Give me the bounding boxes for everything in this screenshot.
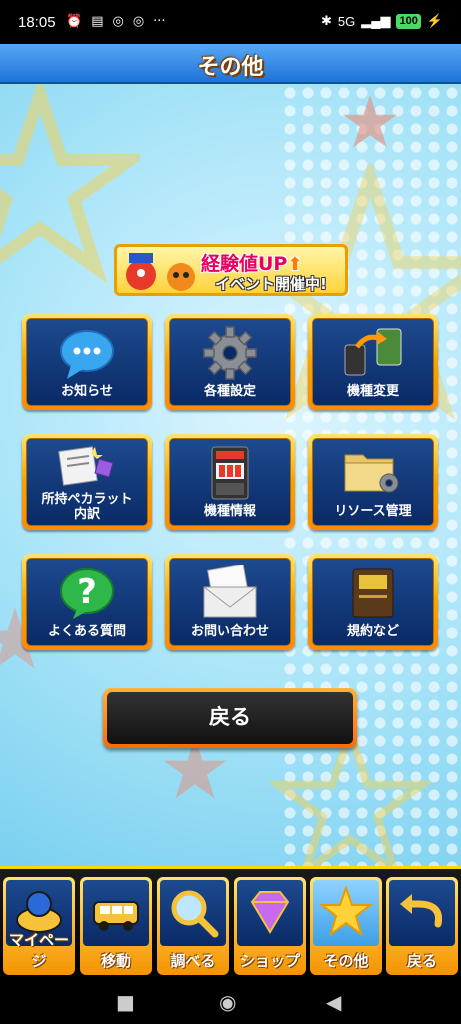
device-transfer-icon	[344, 328, 402, 376]
more-icon: ···	[153, 14, 166, 29]
banner-title: 経験値UP⬆	[201, 249, 302, 276]
magnifier-icon	[171, 890, 219, 938]
signal-icon: ▂▄▆	[361, 13, 391, 28]
banner-line1: 経験値UP	[201, 253, 288, 275]
bottom-tab-bar: マイページ 移動 調べる ショップ その他 戻る	[0, 866, 461, 978]
speech-bubble-icon	[60, 330, 114, 379]
faq-button[interactable]: ? よくある質問	[22, 554, 152, 650]
gear-icon	[203, 326, 257, 380]
diamond-icon	[250, 891, 290, 934]
resource-manage-button[interactable]: リソース管理	[308, 434, 438, 530]
title-bar: その他	[0, 44, 461, 84]
tab-move[interactable]: 移動	[80, 877, 152, 975]
device-change-label: 機種変更	[346, 384, 399, 399]
background-star	[343, 95, 397, 148]
page-title: その他	[197, 55, 264, 80]
tab-search-inner	[160, 880, 226, 946]
envelope-icon	[203, 565, 257, 618]
notice-button[interactable]: お知らせ	[22, 314, 152, 410]
back-nav-icon[interactable]: ◀	[326, 990, 341, 1014]
back-button-label: 戻る	[107, 692, 353, 744]
pecarat-breakdown-label: 所持ペカラット 内訳	[27, 492, 147, 522]
tab-mypage[interactable]: マイページ	[3, 877, 75, 975]
tab-other-inner	[313, 880, 379, 946]
device-change-button-inner: 機種変更	[312, 318, 434, 406]
pecarat-breakdown-line2: 内訳	[73, 507, 100, 522]
tab-shop-label: ショップ	[239, 952, 300, 970]
machine-info-label: 機種情報	[203, 504, 256, 519]
pecarat-breakdown-button[interactable]: 所持ペカラット 内訳	[22, 434, 152, 530]
settings-button[interactable]: 各種設定	[165, 314, 295, 410]
tab-back-inner	[389, 880, 455, 946]
resource-manage-button-inner: リソース管理	[312, 438, 434, 526]
tab-move-label: 移動	[100, 952, 131, 970]
settings-button-inner: 各種設定	[169, 318, 291, 406]
contact-button-inner: お問い合わせ	[169, 558, 291, 646]
main-content: 経験値UP⬆ イベント開催中! お知らせ 各種設定 機種変更 所持ペカラット 内…	[0, 84, 461, 866]
status-right-icons: ✱ 5G ▂▄▆ 100 ⚡	[321, 13, 443, 29]
news-icon: ▤	[91, 14, 104, 29]
charging-icon: ⚡	[426, 13, 443, 28]
chrome-icon: ◎	[112, 14, 124, 29]
svg-text:?: ?	[77, 572, 97, 612]
terms-button[interactable]: 規約など	[308, 554, 438, 650]
terms-label: 規約など	[346, 624, 399, 639]
tab-shop-inner	[237, 880, 303, 946]
status-time: 18:05	[18, 14, 56, 31]
banner-subtitle: イベント開催中!	[215, 275, 327, 293]
faq-label: よくある質問	[47, 624, 126, 639]
tab-search-label: 調べる	[170, 952, 216, 970]
recent-apps-icon[interactable]: ■	[116, 990, 135, 1014]
tab-mypage-label: マイページ	[8, 931, 69, 970]
terms-button-inner: 規約など	[312, 558, 434, 646]
system-nav-bar: ■ ◉ ◀	[0, 978, 461, 1024]
tab-move-inner	[83, 880, 149, 946]
folder-gear-icon	[344, 454, 399, 493]
battery-icon: 100	[396, 13, 421, 29]
machine-info-button[interactable]: 機種情報	[165, 434, 295, 530]
network-label: 5G	[337, 13, 356, 29]
slot-machine-icon	[211, 446, 249, 500]
resource-manage-label: リソース管理	[334, 504, 412, 519]
back-button[interactable]: 戻る	[103, 688, 357, 748]
faq-button-inner: ? よくある質問	[26, 558, 148, 646]
tab-back[interactable]: 戻る	[386, 877, 458, 975]
machine-info-button-inner: 機種情報	[169, 438, 291, 526]
mascot-icon	[126, 253, 195, 291]
alarm-icon: ⏰	[66, 14, 83, 29]
chrome-icon: ◎	[132, 14, 145, 29]
tab-search[interactable]: 調べる	[157, 877, 229, 975]
bluetooth-icon: ✱	[320, 13, 332, 28]
status-left-icons: ⏰ ▤ ◎ ◎ ···	[66, 14, 166, 29]
document-gem-icon	[58, 446, 114, 486]
tab-other-label: その他	[323, 952, 369, 970]
device-change-button[interactable]: 機種変更	[308, 314, 438, 410]
star-icon	[319, 884, 373, 937]
tab-back-label: 戻る	[406, 952, 437, 970]
question-icon: ?	[60, 568, 114, 619]
settings-label: 各種設定	[203, 384, 256, 399]
up-arrow-icon: ⬆	[287, 254, 303, 275]
return-arrow-icon	[400, 894, 443, 928]
pecarat-breakdown-button-inner: 所持ペカラット 内訳	[26, 438, 148, 526]
contact-label: お問い合わせ	[190, 624, 269, 639]
home-icon[interactable]: ◉	[219, 990, 236, 1014]
event-banner[interactable]: 経験値UP⬆ イベント開催中!	[114, 244, 348, 296]
notice-button-inner: お知らせ	[26, 318, 148, 406]
pecarat-breakdown-line1: 所持ペカラット	[41, 492, 133, 507]
book-icon	[352, 568, 394, 618]
status-bar: 18:05 ⏰ ▤ ◎ ◎ ··· ✱ 5G ▂▄▆ 100 ⚡	[0, 0, 461, 44]
tab-other[interactable]: その他	[310, 877, 382, 975]
tab-shop[interactable]: ショップ	[234, 877, 306, 975]
contact-button[interactable]: お問い合わせ	[165, 554, 295, 650]
car-icon	[93, 901, 139, 931]
notice-label: お知らせ	[61, 384, 113, 399]
